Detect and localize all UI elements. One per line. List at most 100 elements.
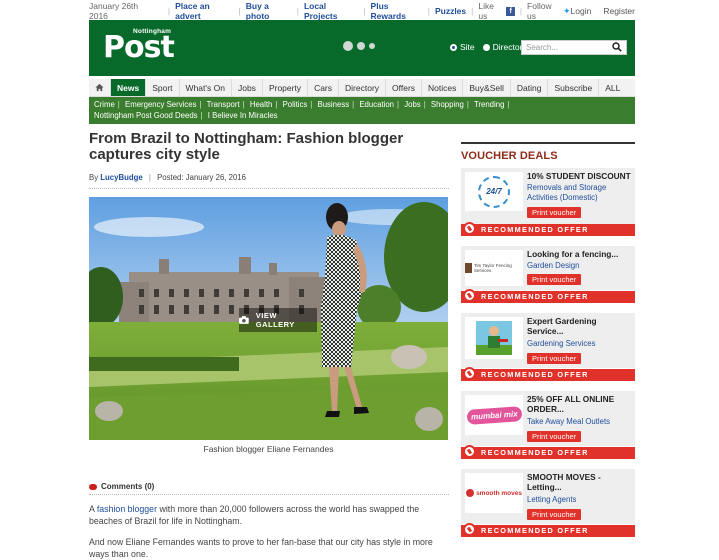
current-date: January 26th 2016 <box>89 1 139 21</box>
carousel-dot[interactable] <box>369 43 375 49</box>
comments-link[interactable]: Comments (0) <box>89 482 154 491</box>
voucher-title[interactable]: Looking for a fencing... <box>527 249 633 259</box>
place-advert-link[interactable]: Place an advert <box>175 1 233 21</box>
nav-sport[interactable]: Sport <box>146 79 180 96</box>
recommended-offer[interactable]: RECOMMENDED OFFER <box>461 445 635 459</box>
subnav-trending[interactable]: Trending <box>474 100 504 109</box>
search-icon[interactable] <box>612 42 622 52</box>
voucher-logo <box>465 317 523 359</box>
paragraph-text: A <box>89 504 95 514</box>
carousel-dots[interactable] <box>343 41 379 51</box>
voucher-category[interactable]: Removals and Storage Activities (Domesti… <box>527 183 633 203</box>
voucher-logo: mumbai mix <box>465 395 523 435</box>
voucher-card[interactable]: mumbai mix 25% OFF ALL ONLINE ORDER... T… <box>461 391 635 446</box>
print-voucher-button[interactable]: Print voucher <box>527 509 582 520</box>
recommended-offer[interactable]: RECOMMENDED OFFER <box>461 289 635 303</box>
subnav-politics[interactable]: Politics <box>283 100 308 109</box>
nav-dating[interactable]: Dating <box>511 79 549 96</box>
photo-caption: Fashion blogger Eliane Fernandes <box>203 444 334 454</box>
nav-notices[interactable]: Notices <box>422 79 464 96</box>
recommended-offer-ribbon: RECOMMENDED OFFER <box>461 224 635 236</box>
follow-us[interactable]: Follow us ✦ <box>527 1 570 21</box>
divider <box>89 494 449 495</box>
puzzles-link[interactable]: Puzzles <box>435 6 466 16</box>
fashion-blogger-link[interactable]: fashion blogger <box>97 504 157 514</box>
voucher-logo-text: smooth moves <box>476 489 522 497</box>
camera-icon <box>239 316 249 324</box>
nav-whats-on[interactable]: What's On <box>180 79 232 96</box>
author-link[interactable]: LucyBudge <box>100 173 142 182</box>
recommended-offer[interactable]: RECOMMENDED OFFER <box>461 367 635 381</box>
print-voucher-button[interactable]: Print voucher <box>527 353 582 364</box>
voucher-category[interactable]: Gardening Services <box>527 339 633 349</box>
view-gallery-button[interactable]: VIEW GALLERY <box>239 308 317 332</box>
subnav-good-deeds[interactable]: Nottingham Post Good Deeds <box>94 111 198 120</box>
login-link[interactable]: Login <box>571 6 592 16</box>
nav-property[interactable]: Property <box>263 79 309 96</box>
local-projects-link[interactable]: Local Projects <box>304 1 358 21</box>
nav-news[interactable]: News <box>111 79 147 96</box>
buy-photo-link[interactable]: Buy a photo <box>246 1 292 21</box>
article-paragraph: And now Eliane Fernandes wants to prove … <box>89 537 433 559</box>
register-link[interactable]: Register <box>603 6 635 16</box>
article-title: From Brazil to Nottingham: Fashion blogg… <box>89 130 404 163</box>
voucher-category[interactable]: Take Away Meal Outlets <box>527 417 633 427</box>
print-voucher-button[interactable]: Print voucher <box>527 274 582 285</box>
voucher-title[interactable]: Expert Gardening Service... <box>527 316 633 336</box>
recommended-offer-ribbon: RECOMMENDED OFFER <box>461 291 635 303</box>
subnav-education[interactable]: Education <box>359 100 394 109</box>
subnav-emergency-services[interactable]: Emergency Services <box>125 100 197 109</box>
voucher-title[interactable]: SMOOTH MOVES - Letting... <box>527 472 633 492</box>
like-us-label: Like us <box>478 1 494 21</box>
subnav-health[interactable]: Health <box>250 100 273 109</box>
subnav-jobs[interactable]: Jobs <box>404 100 420 109</box>
site-logo[interactable]: Nottingham Post <box>103 28 175 66</box>
view-gallery-label: VIEW GALLERY <box>255 311 295 329</box>
print-voucher-button[interactable]: Print voucher <box>527 431 582 442</box>
nav-buy-sell[interactable]: Buy&Sell <box>463 79 511 96</box>
home-icon[interactable] <box>89 79 111 96</box>
recommended-offer[interactable]: RECOMMENDED OFFER <box>461 222 635 236</box>
voucher-logo-text: 24/7 <box>478 175 510 208</box>
subnav-miracles[interactable]: I Believe In Miracles <box>208 111 278 120</box>
voucher-card[interactable]: Tim Taylor Fencing Services Looking for … <box>461 246 635 290</box>
voucher-category[interactable]: Garden Design <box>527 261 633 271</box>
recommended-offer[interactable]: RECOMMENDED OFFER <box>461 523 635 537</box>
voucher-title[interactable]: 10% STUDENT DISCOUNT <box>527 171 633 181</box>
price-tag-icon <box>463 445 476 458</box>
sub-nav: Crime | Emergency Services | Transport | He… <box>89 97 635 124</box>
subnav-business[interactable]: Business <box>318 100 350 109</box>
subnav-crime[interactable]: Crime <box>94 100 115 109</box>
voucher-card[interactable]: smooth moves SMOOTH MOVES - Letting... L… <box>461 469 635 524</box>
search-placeholder: Search... <box>526 43 559 52</box>
subnav-shopping[interactable]: Shopping <box>431 100 464 109</box>
subnav-transport[interactable]: Transport <box>207 100 240 109</box>
site-radio[interactable] <box>450 43 457 51</box>
article-photo[interactable]: VIEW GALLERY <box>89 197 448 440</box>
plus-rewards-link[interactable]: Plus Rewards <box>371 1 423 21</box>
carousel-dot[interactable] <box>343 41 353 51</box>
price-tag-icon <box>463 367 476 380</box>
voucher-logo-text: mumbai mix <box>466 405 522 425</box>
voucher-title[interactable]: 25% OFF ALL ONLINE ORDER... <box>527 394 633 414</box>
nav-all[interactable]: ALL <box>599 79 626 96</box>
facebook-icon[interactable]: f <box>506 6 515 16</box>
twitter-icon[interactable]: ✦ <box>563 6 571 17</box>
search-input[interactable]: Search... <box>521 40 627 55</box>
voucher-card[interactable]: 24/7 10% STUDENT DISCOUNT Removals and S… <box>461 168 635 230</box>
voucher-card[interactable]: Expert Gardening Service... Gardening Se… <box>461 313 635 368</box>
nav-directory[interactable]: Directory <box>339 79 387 96</box>
directory-radio[interactable] <box>482 43 490 51</box>
nav-offers[interactable]: Offers <box>386 79 423 96</box>
print-voucher-button[interactable]: Print voucher <box>527 207 582 218</box>
carousel-dot[interactable] <box>357 42 365 50</box>
voucher-category[interactable]: Letting Agents <box>527 495 633 505</box>
top-bar: January 26th 2016 | Place an advert | Bu… <box>89 1 635 21</box>
nav-jobs[interactable]: Jobs <box>232 79 263 96</box>
recommended-offer-ribbon: RECOMMENDED OFFER <box>461 447 635 459</box>
voucher-logo-text: Tim Taylor Fencing Services <box>473 263 512 273</box>
like-us[interactable]: Like us f <box>478 1 515 21</box>
nav-cars[interactable]: Cars <box>308 79 340 96</box>
nav-subscribe[interactable]: Subscribe <box>548 79 600 96</box>
recommended-offer-ribbon: RECOMMENDED OFFER <box>461 525 635 537</box>
